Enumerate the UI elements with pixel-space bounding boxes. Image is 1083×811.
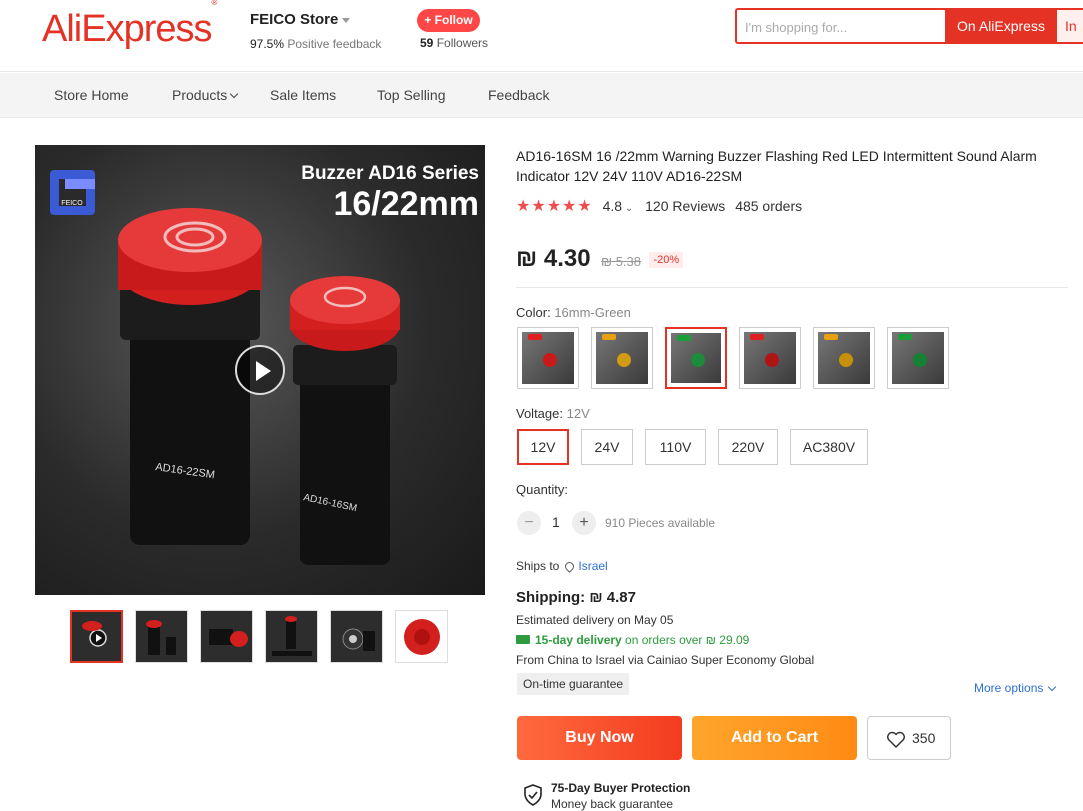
aliexpress-logo[interactable]: AliExpress® — [42, 0, 217, 51]
pieces-available: 910 Pieces available — [605, 516, 716, 530]
ships-to-country[interactable]: Israel — [578, 559, 607, 573]
color-option-1[interactable] — [517, 327, 579, 389]
thumbnail-4[interactable] — [265, 610, 318, 663]
rating-stars: ★★★★★ — [516, 198, 593, 215]
chevron-down-icon — [1048, 682, 1057, 692]
quantity-decrease-button[interactable]: − — [517, 511, 541, 535]
color-tag — [750, 334, 764, 340]
voltage-label: Voltage: 12V — [516, 406, 590, 421]
discount-badge: -20% — [649, 252, 684, 268]
estimated-delivery: Estimated delivery on May 05 — [516, 613, 674, 627]
voltage-option-110v[interactable]: 110V — [645, 429, 706, 465]
voltage-option-12v[interactable]: 12V — [517, 429, 569, 465]
color-option-image — [892, 332, 944, 384]
site-header: AliExpress® FEICO Store 97.5% Positive f… — [0, 0, 1083, 72]
search-input[interactable] — [745, 16, 935, 38]
thumbnail-2[interactable] — [135, 610, 188, 663]
follow-button[interactable]: + Follow — [417, 9, 480, 32]
chevron-down-icon — [230, 89, 239, 99]
more-shipping-options[interactable]: More options — [974, 681, 1057, 695]
led-indicator — [764, 352, 779, 367]
color-option-2[interactable] — [591, 327, 653, 389]
nav-store-home[interactable]: Store Home — [54, 87, 129, 103]
color-option-image — [596, 332, 648, 384]
buyer-protection-subtitle: Money back guarantee — [551, 797, 674, 811]
buyer-protection-title: 75-Day Buyer Protection — [551, 781, 691, 795]
reviews-link[interactable]: 120 Reviews — [645, 198, 725, 214]
chevron-down-icon[interactable]: ⌄ — [622, 203, 633, 214]
color-option-image — [522, 332, 574, 384]
voltage-option-220v[interactable]: 220V — [718, 429, 778, 465]
truck-icon — [516, 635, 530, 644]
color-label: Color: 16mm-Green — [516, 305, 631, 320]
orders-count: 485 orders — [735, 198, 803, 214]
store-nav: Store Home Products Sale Items Top Selli… — [0, 73, 1083, 118]
nav-feedback[interactable]: Feedback — [488, 87, 549, 103]
add-to-cart-button[interactable]: Add to Cart — [692, 716, 857, 760]
location-pin-icon — [563, 560, 577, 573]
color-option-image — [744, 332, 796, 384]
color-option-6[interactable] — [887, 327, 949, 389]
feedback-percent: 97.5% — [250, 37, 285, 51]
product-main-image[interactable]: FEICO Buzzer AD16 Series 16/22mm AD16-22… — [35, 145, 485, 595]
led-indicator — [838, 352, 853, 367]
chevron-down-icon[interactable] — [342, 17, 351, 23]
color-tag — [677, 335, 691, 341]
shipping-route: From China to Israel via Cainiao Super E… — [516, 653, 815, 667]
led-indicator — [616, 352, 631, 367]
color-option-image — [818, 332, 870, 384]
color-tag — [824, 334, 838, 340]
play-video-button[interactable] — [235, 345, 285, 395]
quantity-label: Quantity: — [516, 482, 569, 497]
divider — [516, 287, 1068, 288]
search-bar: On AliExpress In — [735, 8, 1083, 44]
shield-icon — [524, 784, 542, 806]
feedback-label: Positive feedback — [287, 37, 382, 51]
ships-to: Ships to Israel — [516, 559, 608, 573]
search-aliexpress-button[interactable]: On AliExpress — [945, 10, 1057, 42]
followers-count: 59 Followers — [420, 36, 489, 50]
led-indicator — [691, 353, 705, 367]
thumbnail-6[interactable] — [395, 610, 448, 663]
original-price: ₪ 5.38 — [601, 254, 641, 269]
heart-icon — [887, 731, 905, 748]
thumbnail-3[interactable] — [200, 610, 253, 663]
search-in-store-button[interactable]: In — [1057, 10, 1083, 42]
voltage-option-24v[interactable]: 24V — [581, 429, 633, 465]
price-row: ₪ 4.30 ₪ 5.38 -20% — [516, 245, 684, 273]
rating-value[interactable]: 4.8 — [603, 198, 622, 214]
color-tag — [898, 334, 912, 340]
shipping-cost: Shipping: ₪ 4.87 — [516, 589, 636, 606]
nav-products[interactable]: Products — [172, 87, 239, 103]
quantity-value[interactable]: 1 — [552, 514, 560, 530]
voltage-option-ac380v[interactable]: AC380V — [790, 429, 868, 465]
on-time-guarantee-badge[interactable]: On-time guarantee — [517, 673, 630, 695]
store-name[interactable]: FEICO Store — [250, 11, 351, 28]
color-tag — [528, 334, 542, 340]
product-title: AD16-16SM 16 /22mm Warning Buzzer Flashi… — [516, 148, 1037, 184]
wishlist-button[interactable]: 350 — [867, 716, 951, 760]
quantity-increase-button[interactable]: + — [572, 511, 596, 535]
color-tag — [602, 334, 616, 340]
current-price: ₪ 4.30 — [516, 245, 591, 272]
fast-delivery: 15-day delivery on orders over ₪ 29.09 — [516, 633, 749, 647]
wishlist-count: 350 — [912, 730, 936, 746]
color-option-image — [671, 333, 721, 383]
nav-sale-items[interactable]: Sale Items — [270, 87, 336, 103]
nav-top-selling[interactable]: Top Selling — [377, 87, 446, 103]
led-indicator — [912, 352, 927, 367]
color-option-4[interactable] — [739, 327, 801, 389]
buy-now-button[interactable]: Buy Now — [517, 716, 682, 760]
rating-row: ★★★★★ 4.8 ⌄ 120 Reviews 485 orders — [516, 196, 802, 216]
color-option-5[interactable] — [813, 327, 875, 389]
thumbnail-1[interactable] — [70, 610, 123, 663]
color-option-3[interactable] — [665, 327, 727, 389]
thumbnail-5[interactable] — [330, 610, 383, 663]
store-feedback: 97.5% Positive feedback — [250, 37, 381, 51]
led-indicator — [542, 352, 557, 367]
